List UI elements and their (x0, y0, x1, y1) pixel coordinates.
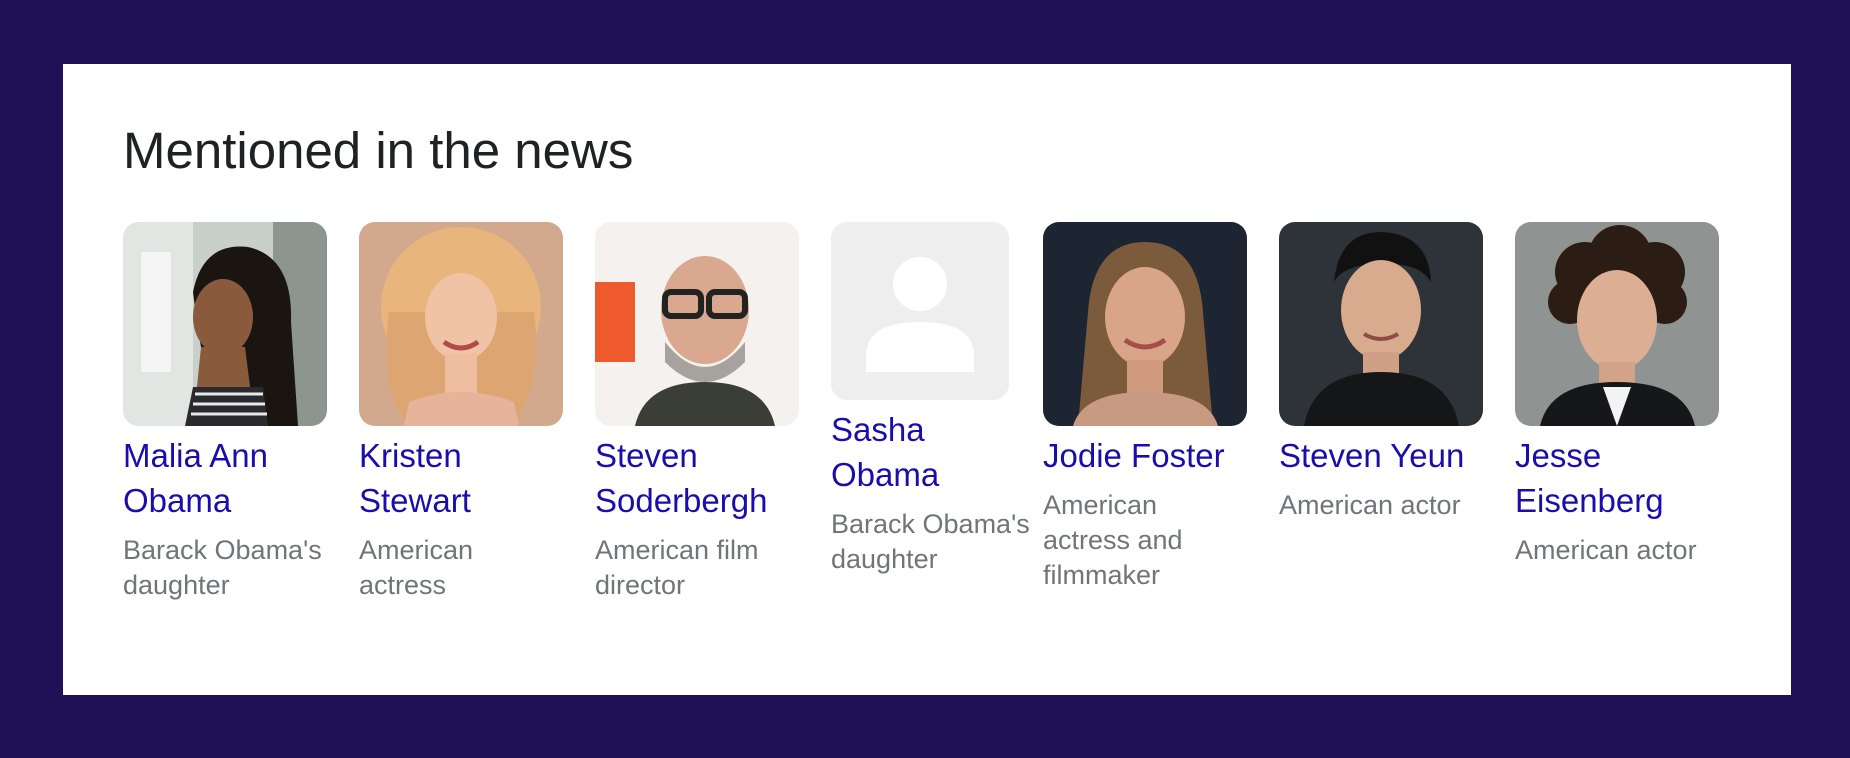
people-carousel: Malia Ann Obama Barack Obama's daughter … (63, 64, 1791, 695)
silhouette-icon (866, 257, 974, 372)
person-photo-image (1279, 222, 1483, 426)
person-description: American actor (1515, 535, 1697, 565)
person-photo-image (1515, 222, 1719, 426)
person-photo[interactable] (359, 222, 563, 426)
person-photo[interactable] (1043, 222, 1247, 426)
person-photo[interactable] (595, 222, 799, 426)
person-photo-image (123, 222, 327, 426)
person-placeholder-icon[interactable] (831, 222, 1009, 400)
person-card-jodie-foster[interactable]: Jodie Foster American actress and filmma… (1043, 222, 1247, 593)
person-name-link[interactable]: Malia Ann Obama (123, 433, 327, 523)
person-name-link[interactable]: Steven Yeun (1279, 433, 1483, 478)
person-photo[interactable] (1515, 222, 1719, 426)
person-name-link[interactable]: Kristen Stewart (359, 433, 563, 523)
person-photo-image (1043, 222, 1247, 426)
person-name-link[interactable]: Sasha Obama (831, 407, 1035, 497)
person-name-link[interactable]: Steven Soderbergh (595, 433, 799, 523)
person-photo[interactable] (1279, 222, 1483, 426)
person-photo-image (359, 222, 563, 426)
person-name-link[interactable]: Jodie Foster (1043, 433, 1247, 478)
person-card-kristen-stewart[interactable]: Kristen Stewart American actress (359, 222, 563, 603)
person-card-malia-ann-obama[interactable]: Malia Ann Obama Barack Obama's daughter (123, 222, 327, 603)
person-card-steven-yeun[interactable]: Steven Yeun American actor (1279, 222, 1483, 523)
person-description: Barack Obama's daughter (123, 535, 322, 600)
person-photo-image (595, 222, 799, 426)
person-photo[interactable] (123, 222, 327, 426)
person-description: Barack Obama's daughter (831, 509, 1030, 574)
person-description: American film director (595, 535, 759, 600)
person-card-steven-soderbergh[interactable]: Steven Soderbergh American film director (595, 222, 799, 603)
person-description: American actress (359, 535, 474, 600)
person-card-jesse-eisenberg[interactable]: Jesse Eisenberg American actor (1515, 222, 1719, 568)
person-description: American actress and filmmaker (1043, 490, 1183, 590)
mentioned-in-news-panel: Mentioned in the news Malia Ann Obama Ba… (63, 64, 1791, 695)
person-description: American actor (1279, 490, 1461, 520)
person-name-link[interactable]: Jesse Eisenberg (1515, 433, 1719, 523)
person-card-sasha-obama[interactable]: Sasha Obama Barack Obama's daughter (831, 222, 1035, 577)
